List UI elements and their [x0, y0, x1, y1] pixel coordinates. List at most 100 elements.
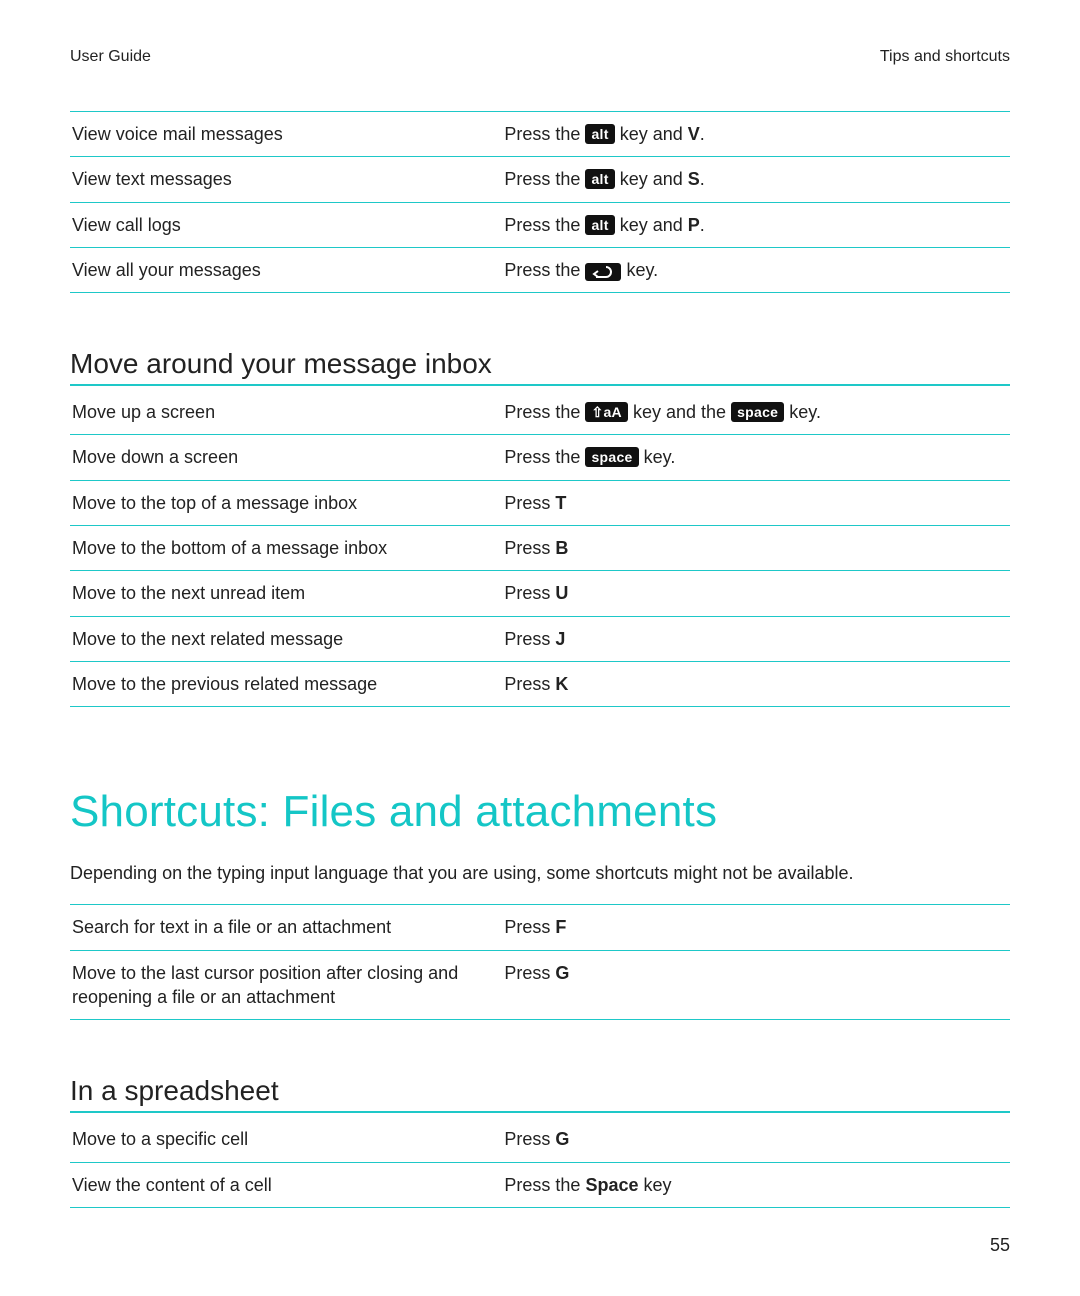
action-text: Search for text in a file or an attachme… [70, 905, 502, 950]
alt-key-icon: alt [585, 124, 614, 144]
action-text: View the content of a cell [70, 1162, 502, 1207]
text-fragment: key. [789, 402, 821, 422]
action-text: Move to the bottom of a message inbox [70, 526, 502, 571]
section-heading-spreadsheet: In a spreadsheet [70, 1075, 1010, 1113]
shortcut-table-spreadsheet: Move to a specific cell Press G View the… [70, 1117, 1010, 1208]
action-text: Move to the next unread item [70, 571, 502, 616]
text-fragment: Press [504, 538, 555, 558]
table-row: Move to the top of a message inbox Press… [70, 480, 1010, 525]
shortcut-text: Press the alt key and V. [502, 112, 1010, 157]
action-text: Move to a specific cell [70, 1117, 502, 1162]
header-right: Tips and shortcuts [880, 48, 1010, 66]
text-fragment: key [638, 1175, 671, 1195]
text-fragment: Press the [504, 402, 585, 422]
shortcut-text: Press the alt key and S. [502, 157, 1010, 202]
action-text: View voice mail messages [70, 112, 502, 157]
shortcut-table-files: Search for text in a file or an attachme… [70, 904, 1010, 1020]
shortcut-text: Press T [502, 480, 1010, 525]
action-text: Move to the last cursor position after c… [70, 950, 502, 1020]
key-letter: V [688, 124, 700, 144]
table-row: View all your messages Press the key. [70, 247, 1010, 292]
shortcut-text: Press G [502, 1117, 1010, 1162]
text-fragment: Press [504, 583, 555, 603]
alt-key-icon: alt [585, 215, 614, 235]
text-fragment: Press [504, 917, 555, 937]
key-letter: J [555, 629, 565, 649]
action-text: Move to the next related message [70, 616, 502, 661]
shortcut-text: Press the alt key and P. [502, 202, 1010, 247]
table-row: Move to a specific cell Press G [70, 1117, 1010, 1162]
text-fragment: Press the [504, 169, 585, 189]
alt-key-icon: alt [585, 169, 614, 189]
text-fragment: Press [504, 629, 555, 649]
shortcut-text: Press K [502, 661, 1010, 706]
action-text: View all your messages [70, 247, 502, 292]
action-text: Move to the previous related message [70, 661, 502, 706]
text-fragment: key. [644, 447, 676, 467]
key-letter: Space [585, 1175, 638, 1195]
shortcut-text: Press U [502, 571, 1010, 616]
header-left: User Guide [70, 48, 151, 66]
key-letter: G [555, 963, 569, 983]
shortcut-text: Press B [502, 526, 1010, 571]
shortcut-table-view-messages: View voice mail messages Press the alt k… [70, 111, 1010, 293]
key-letter: S [688, 169, 700, 189]
shortcut-table-move-inbox: Move up a screen Press the ⇧aA key and t… [70, 390, 1010, 707]
table-row: Move to the previous related message Pre… [70, 661, 1010, 706]
key-letter: U [555, 583, 568, 603]
text-fragment: key and [620, 215, 688, 235]
table-row: Search for text in a file or an attachme… [70, 905, 1010, 950]
action-text: Move up a screen [70, 390, 502, 435]
text-fragment: Press the [504, 215, 585, 235]
table-row: View text messages Press the alt key and… [70, 157, 1010, 202]
action-text: Move to the top of a message inbox [70, 480, 502, 525]
text-fragment: Press [504, 1129, 555, 1149]
shortcut-text: Press F [502, 905, 1010, 950]
page-header: User Guide Tips and shortcuts [70, 48, 1010, 66]
action-text: Move down a screen [70, 435, 502, 480]
shortcut-text: Press J [502, 616, 1010, 661]
key-letter: G [555, 1129, 569, 1149]
table-row: Move to the next related message Press J [70, 616, 1010, 661]
table-row: View the content of a cell Press the Spa… [70, 1162, 1010, 1207]
back-key-icon [585, 263, 621, 281]
shortcut-text: Press the space key. [502, 435, 1010, 480]
section-intro-text: Depending on the typing input language t… [70, 861, 1010, 886]
text-fragment: Press the [504, 260, 585, 280]
text-fragment: key. [626, 260, 658, 280]
text-fragment: Press [504, 674, 555, 694]
shortcut-text: Press the Space key [502, 1162, 1010, 1207]
action-text: View text messages [70, 157, 502, 202]
space-key-icon: space [731, 402, 784, 422]
text-fragment: Press the [504, 124, 585, 144]
shortcut-text: Press the key. [502, 247, 1010, 292]
shortcut-text: Press G [502, 950, 1010, 1020]
table-row: Move down a screen Press the space key. [70, 435, 1010, 480]
key-letter: F [555, 917, 566, 937]
text-fragment: Press [504, 963, 555, 983]
table-row: View voice mail messages Press the alt k… [70, 112, 1010, 157]
shortcut-text: Press the ⇧aA key and the space key. [502, 390, 1010, 435]
table-row: View call logs Press the alt key and P. [70, 202, 1010, 247]
key-letter: T [555, 493, 566, 513]
table-row: Move to the bottom of a message inbox Pr… [70, 526, 1010, 571]
page-number: 55 [990, 1235, 1010, 1256]
page: User Guide Tips and shortcuts View voice… [0, 0, 1080, 1296]
key-letter: K [555, 674, 568, 694]
text-fragment: Press the [504, 1175, 585, 1195]
shift-key-icon: ⇧aA [585, 402, 628, 422]
table-row: Move up a screen Press the ⇧aA key and t… [70, 390, 1010, 435]
space-key-icon: space [585, 447, 638, 467]
key-letter: P [688, 215, 700, 235]
key-letter: B [555, 538, 568, 558]
text-fragment: Press [504, 493, 555, 513]
section-heading-files-attachments: Shortcuts: Files and attachments [70, 787, 1010, 837]
text-fragment: key and [620, 169, 688, 189]
section-heading-move-inbox: Move around your message inbox [70, 348, 1010, 386]
text-fragment: Press the [504, 447, 585, 467]
action-text: View call logs [70, 202, 502, 247]
text-fragment: key and [620, 124, 688, 144]
table-row: Move to the next unread item Press U [70, 571, 1010, 616]
table-row: Move to the last cursor position after c… [70, 950, 1010, 1020]
text-fragment: key and the [633, 402, 731, 422]
